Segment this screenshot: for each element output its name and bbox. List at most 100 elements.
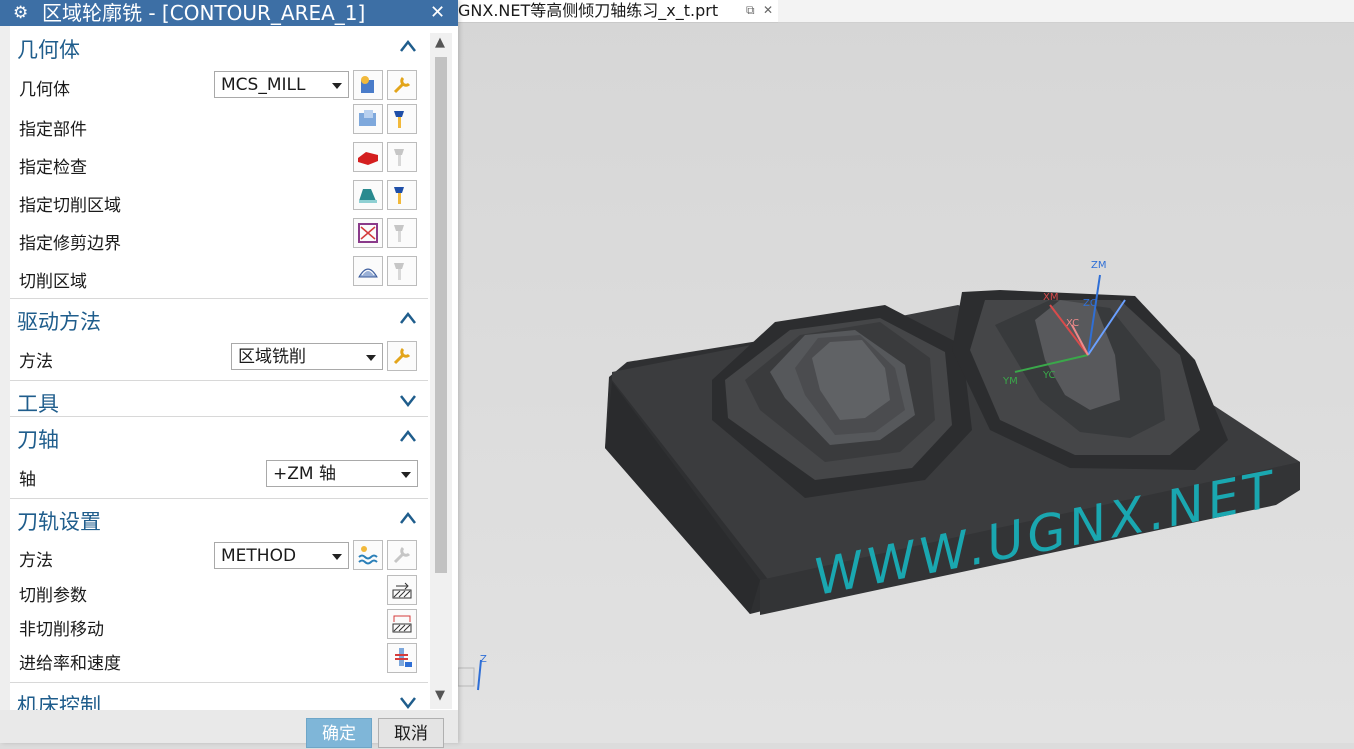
chevron-up-icon[interactable] bbox=[398, 508, 418, 528]
section-tool-header[interactable]: 工具 bbox=[10, 384, 428, 418]
display-trim-boundary-button bbox=[387, 218, 417, 248]
row-label-feeds-speeds: 进给率和速度 bbox=[19, 654, 121, 674]
yc-axis-label: YC bbox=[1042, 370, 1056, 381]
new-method-icon bbox=[358, 546, 378, 565]
axis-select[interactable]: +ZM 轴 bbox=[266, 460, 418, 487]
divider bbox=[10, 380, 428, 381]
cut-parameters-icon bbox=[392, 582, 412, 599]
axis-select-value: +ZM 轴 bbox=[273, 464, 336, 484]
flashlight-icon bbox=[394, 149, 404, 166]
wrench-icon bbox=[393, 347, 411, 365]
divider bbox=[10, 416, 428, 417]
specify-check-button[interactable] bbox=[353, 142, 383, 172]
check-geometry-icon bbox=[358, 152, 378, 165]
section-title: 机床控制 bbox=[17, 694, 101, 710]
non-cutting-moves-button[interactable] bbox=[387, 609, 417, 639]
chevron-down-icon bbox=[332, 83, 342, 89]
view-triad-z-label: Z bbox=[480, 654, 487, 665]
row-label-specify-part: 指定部件 bbox=[19, 120, 87, 140]
cut-region-icon bbox=[358, 268, 378, 278]
dialog-title: 区域轮廓铣 - [CONTOUR_AREA_1] bbox=[42, 1, 366, 25]
section-title: 工具 bbox=[17, 392, 59, 416]
row-label-cut-area: 切削区域 bbox=[19, 272, 87, 292]
dialog-title-bar[interactable]: ⚙ 区域轮廓铣 - [CONTOUR_AREA_1] ✕ bbox=[0, 0, 458, 26]
drive-method-label: 方法 bbox=[19, 352, 53, 372]
path-method-value: METHOD bbox=[221, 546, 297, 566]
section-title: 刀轴 bbox=[17, 428, 59, 452]
chevron-down-icon[interactable] bbox=[398, 692, 418, 710]
dialog-footer: 确定 取消 bbox=[0, 710, 458, 748]
scrollbar-thumb[interactable] bbox=[435, 57, 447, 573]
geometry-label: 几何体 bbox=[19, 80, 70, 100]
scroll-up-icon[interactable]: ▲ bbox=[435, 35, 445, 50]
dialog-content: 几何体 几何体 MCS_MILL 指定部件 指定检查 指定切削区域 指定修剪边界… bbox=[10, 30, 428, 710]
ok-button[interactable]: 确定 bbox=[306, 718, 372, 748]
display-cut-area-button[interactable] bbox=[387, 180, 417, 210]
path-method-label: 方法 bbox=[19, 551, 53, 571]
chevron-up-icon[interactable] bbox=[398, 308, 418, 328]
section-title: 刀轨设置 bbox=[17, 510, 101, 534]
cancel-button[interactable]: 取消 bbox=[378, 718, 444, 748]
wrench-icon bbox=[393, 76, 411, 94]
row-label-specify-cut-area: 指定切削区域 bbox=[19, 196, 121, 216]
part-icon bbox=[359, 110, 376, 126]
chevron-down-icon[interactable] bbox=[398, 390, 418, 410]
edit-geometry-button[interactable] bbox=[387, 70, 417, 100]
contour-area-dialog: ⚙ 区域轮廓铣 - [CONTOUR_AREA_1] ✕ 几何体 几何体 MCS… bbox=[0, 0, 458, 748]
section-machine-control-header[interactable]: 机床控制 bbox=[10, 686, 428, 710]
zm-axis-label: ZM bbox=[1091, 260, 1106, 271]
cut-area-icon bbox=[359, 189, 377, 203]
dialog-scrollbar[interactable]: ▲ ▼ bbox=[430, 33, 452, 709]
non-cutting-moves-icon bbox=[392, 615, 412, 633]
edit-method-button bbox=[387, 540, 417, 570]
xm-axis-label: XM bbox=[1043, 292, 1058, 303]
axis-label: 轴 bbox=[19, 470, 36, 490]
row-label-specify-check: 指定检查 bbox=[19, 158, 87, 178]
chevron-down-icon bbox=[366, 355, 376, 361]
row-label-cut-parameters: 切削参数 bbox=[19, 586, 87, 606]
dialog-left-edge bbox=[0, 26, 10, 743]
divider bbox=[10, 298, 428, 299]
row-label-non-cutting-moves: 非切削移动 bbox=[19, 620, 104, 640]
chevron-up-icon[interactable] bbox=[398, 426, 418, 446]
display-check-button bbox=[387, 142, 417, 172]
section-geometry-header[interactable]: 几何体 bbox=[10, 30, 428, 64]
display-part-button[interactable] bbox=[387, 104, 417, 134]
section-path-settings-header[interactable]: 刀轨设置 bbox=[10, 502, 428, 536]
divider bbox=[10, 682, 428, 683]
path-method-select[interactable]: METHOD bbox=[214, 542, 349, 569]
divider bbox=[10, 498, 428, 499]
scroll-down-icon[interactable]: ▼ bbox=[435, 688, 445, 703]
zc-axis-label: ZC bbox=[1083, 298, 1097, 309]
specify-trim-boundary-button[interactable] bbox=[353, 218, 383, 248]
specify-part-button[interactable] bbox=[353, 104, 383, 134]
cut-parameters-button[interactable] bbox=[387, 575, 417, 605]
gear-icon[interactable]: ⚙ bbox=[13, 0, 28, 26]
feeds-speeds-button[interactable] bbox=[387, 643, 417, 673]
trim-boundary-icon bbox=[358, 223, 378, 243]
xc-axis-label: XC bbox=[1066, 318, 1079, 329]
specify-cut-area-button[interactable] bbox=[353, 180, 383, 210]
cut-region-button[interactable] bbox=[353, 256, 383, 286]
geometry-select[interactable]: MCS_MILL bbox=[214, 71, 349, 98]
flashlight-icon bbox=[394, 187, 404, 204]
display-cut-region-button bbox=[387, 256, 417, 286]
wrench-icon bbox=[393, 546, 411, 564]
row-label-specify-trim-boundary: 指定修剪边界 bbox=[19, 234, 121, 254]
edit-drive-method-button[interactable] bbox=[387, 341, 417, 371]
feeds-speeds-icon bbox=[395, 648, 412, 667]
section-tool-axis-header[interactable]: 刀轴 bbox=[10, 420, 428, 454]
close-icon[interactable]: ✕ bbox=[430, 0, 445, 26]
drive-method-value: 区域铣削 bbox=[238, 347, 306, 367]
flashlight-icon bbox=[394, 225, 404, 242]
new-method-button[interactable] bbox=[353, 540, 383, 570]
chevron-down-icon bbox=[332, 554, 342, 560]
section-title: 几何体 bbox=[17, 38, 80, 62]
new-geometry-button[interactable] bbox=[353, 70, 383, 100]
section-drive-method-header[interactable]: 驱动方法 bbox=[10, 302, 428, 336]
flashlight-icon bbox=[394, 111, 404, 128]
chevron-up-icon[interactable] bbox=[398, 36, 418, 56]
ym-axis-label: YM bbox=[1002, 376, 1018, 387]
geometry-select-value: MCS_MILL bbox=[221, 75, 306, 95]
drive-method-select[interactable]: 区域铣削 bbox=[231, 343, 383, 370]
